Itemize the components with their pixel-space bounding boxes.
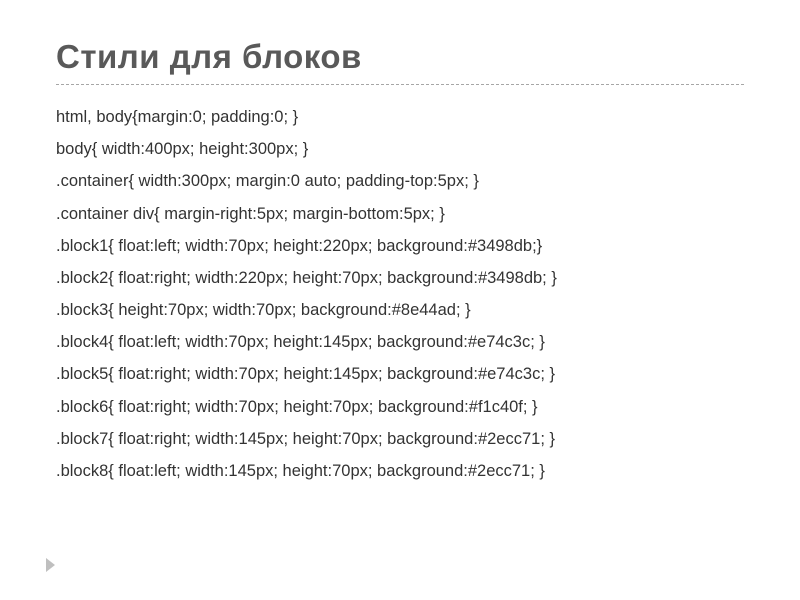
code-line: .block6{ float:right; width:70px; height… (56, 391, 744, 423)
code-line: .block7{ float:right; width:145px; heigh… (56, 423, 744, 455)
css-code-block: html, body{margin:0; padding:0; } body{ … (56, 101, 744, 487)
code-line: .block4{ float:left; width:70px; height:… (56, 326, 744, 358)
code-line: .container div{ margin-right:5px; margin… (56, 198, 744, 230)
code-line: html, body{margin:0; padding:0; } (56, 101, 744, 133)
slide-title: Стили для блоков (56, 38, 744, 76)
slide: Стили для блоков html, body{margin:0; pa… (0, 0, 800, 600)
code-line: .container{ width:300px; margin:0 auto; … (56, 165, 744, 197)
code-line: .block3{ height:70px; width:70px; backgr… (56, 294, 744, 326)
code-line: .block2{ float:right; width:220px; heigh… (56, 262, 744, 294)
slide-caret-icon (46, 558, 55, 572)
title-underline (56, 84, 744, 85)
code-line: .block5{ float:right; width:70px; height… (56, 358, 744, 390)
code-line: body{ width:400px; height:300px; } (56, 133, 744, 165)
code-line: .block1{ float:left; width:70px; height:… (56, 230, 744, 262)
code-line: .block8{ float:left; width:145px; height… (56, 455, 744, 487)
